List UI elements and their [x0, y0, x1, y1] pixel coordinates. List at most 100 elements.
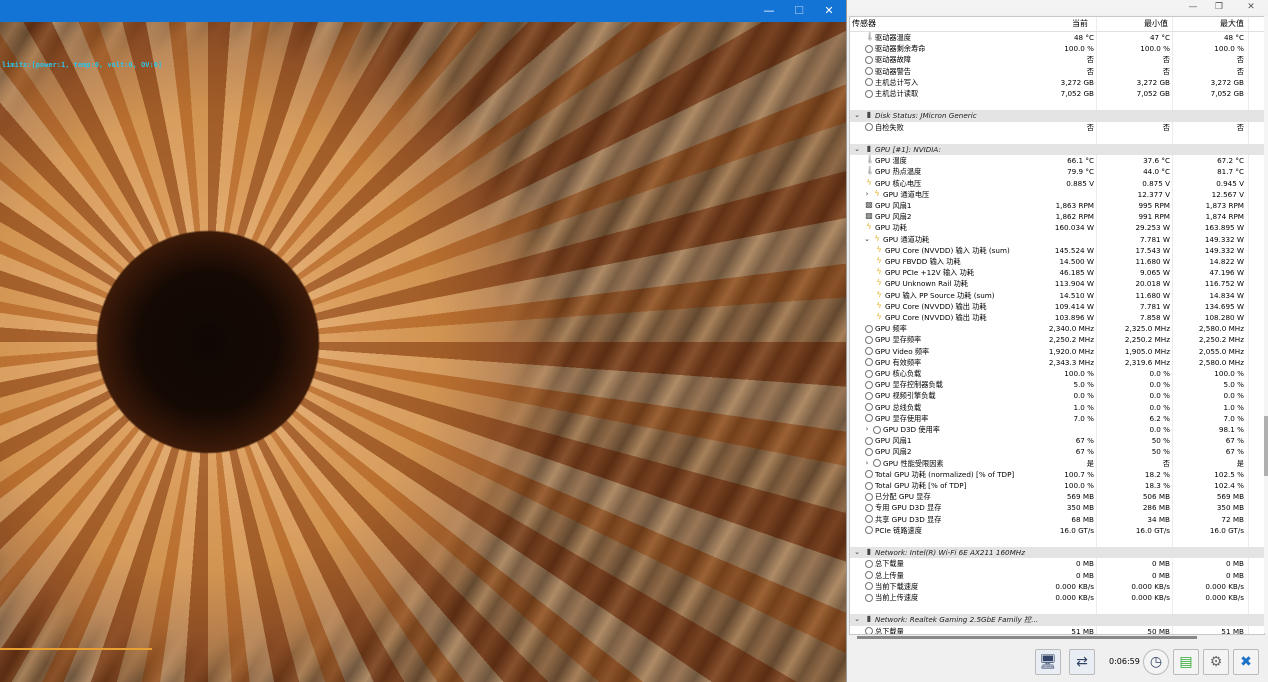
- sensor-max-value: 是: [1236, 458, 1244, 468]
- sensor-row[interactable]: ϟ GPU Core (NVVDD) 输出 功耗 109.414 W 7.781 W 1…: [850, 301, 1264, 312]
- sensor-row[interactable]: › ϟ GPU 通道电压 12.377 V 12.567 V: [850, 189, 1264, 200]
- sensor-row[interactable]: 主机总计写入 3,272 GB 3,272 GB 3,272 GB: [850, 77, 1264, 88]
- sensor-row[interactable]: GPU 有效频率 2,343.3 MHz 2,319.6 MHz 2,580.0 MH…: [850, 357, 1264, 368]
- sensor-row[interactable]: GPU 显存频率 2,250.2 MHz 2,250.2 MHz 2,250.2 MH…: [850, 334, 1264, 345]
- sensor-row[interactable]: GPU 显存控制器负载 5.0 % 0.0 % 5.0 %: [850, 379, 1264, 390]
- sensor-row[interactable]: ▩ GPU 风扇1 1,863 RPM 995 RPM 1,873 RPM: [850, 200, 1264, 211]
- collapse-chevron-icon[interactable]: ⌄: [853, 144, 861, 155]
- bolt-icon: ϟ: [876, 278, 882, 288]
- sensor-row[interactable]: GPU 频率 2,340.0 MHz 2,325.0 MHz 2,580.0 MHz: [850, 323, 1264, 334]
- collapse-chevron-icon[interactable]: ⌄: [863, 234, 871, 245]
- sensor-row[interactable]: 已分配 GPU 显存 569 MB 506 MB 569 MB: [850, 491, 1264, 502]
- circle-icon: [865, 559, 873, 568]
- sensor-row[interactable]: GPU 视频引擎负载 0.0 % 0.0 % 0.0 %: [850, 390, 1264, 401]
- sensor-max-value: 14.834 W: [1209, 290, 1244, 300]
- sensor-row[interactable]: ϟ GPU Core (NVVDD) 输出 功耗 103.896 W 7.858 W 1…: [850, 312, 1264, 323]
- sensor-row[interactable]: ϟ GPU 核心电压 0.885 V 0.875 V 0.945 V: [850, 178, 1264, 189]
- sensor-row[interactable]: GPU 总线负载 1.0 % 0.0 % 1.0 %: [850, 402, 1264, 413]
- collapse-chevron-icon[interactable]: ⌄: [853, 110, 861, 121]
- sensor-row[interactable]: 当前上传速度 0.000 KB/s 0.000 KB/s 0.000 KB/s: [850, 592, 1264, 603]
- sensor-current-value: 350 MB: [1066, 503, 1094, 513]
- sensor-row[interactable]: 驱动器警告 否 否 否: [850, 66, 1264, 77]
- hwinfo-close-button[interactable]: ✕: [1241, 0, 1261, 14]
- sensor-row[interactable]: 🌡 GPU 热点温度 79.9 °C 44.0 °C 81.7 °C: [850, 166, 1264, 177]
- expand-chevron-icon[interactable]: ›: [863, 424, 871, 435]
- sensor-current-value: 否: [1086, 55, 1094, 65]
- limits-overlay-text: limits:[power:1, temp:0, volt:0, OV:0]: [2, 61, 163, 69]
- close-x-icon[interactable]: ✖: [1233, 649, 1259, 675]
- maximize-button[interactable]: ☐: [784, 0, 814, 22]
- sensor-row[interactable]: ϟ GPU 输入 PP Source 功耗 (sum) 14.510 W 11.680…: [850, 290, 1264, 301]
- sensor-row[interactable]: 共享 GPU D3D 显存 68 MB 34 MB 72 MB: [850, 514, 1264, 525]
- sensor-group-row[interactable]: ⌄ ▮ GPU [#1]: NVIDIA:: [850, 144, 1264, 156]
- sensor-row[interactable]: 当前下载速度 0.000 KB/s 0.000 KB/s 0.000 KB/s: [850, 581, 1264, 592]
- sensor-row[interactable]: ▩ GPU 风扇2 1,862 RPM 991 RPM 1,874 RPM: [850, 211, 1264, 222]
- horizontal-scrollbar[interactable]: [857, 636, 1197, 639]
- sensor-row[interactable]: 🌡 GPU 温度 66.1 °C 37.6 °C 67.2 °C: [850, 155, 1264, 166]
- sensor-row[interactable]: Total GPU 功耗 (normalized) [% of TDP] 100.…: [850, 469, 1264, 480]
- sensor-row[interactable]: 总下载量 51 MB 50 MB 51 MB: [850, 626, 1264, 635]
- hwinfo-minimize-button[interactable]: —: [1183, 0, 1203, 14]
- sensor-row[interactable]: 驱动器故障 否 否 否: [850, 54, 1264, 65]
- sensor-row[interactable]: 主机总计读取 7,052 GB 7,052 GB 7,052 GB: [850, 88, 1264, 99]
- sensor-row[interactable]: › GPU 性能受限因素 是 否 是: [850, 458, 1264, 469]
- sensor-row[interactable]: 驱动器剩余寿命 100.0 % 100.0 % 100.0 %: [850, 43, 1264, 54]
- bolt-icon: ϟ: [876, 256, 882, 265]
- sensor-row[interactable]: GPU 显存使用率 7.0 % 6.2 % 7.0 %: [850, 413, 1264, 424]
- sensor-group-row[interactable]: ⌄ ▮ Network: Realtek Gaming 2.5GbE Family …: [850, 614, 1264, 626]
- sensor-row[interactable]: PCIe 链路速度 16.0 GT/s 16.0 GT/s 16.0 GT/s: [850, 525, 1264, 536]
- hwinfo-restore-button[interactable]: ❐: [1209, 0, 1229, 14]
- circle-icon: [865, 403, 873, 412]
- column-header-current[interactable]: 当前: [1072, 17, 1088, 31]
- collapse-chevron-icon[interactable]: ⌄: [853, 614, 861, 625]
- sensor-row[interactable]: GPU Video 频率 1,920.0 MHz 1,905.0 MHz 2,055.…: [850, 346, 1264, 357]
- sensor-current-value: 48 °C: [1073, 33, 1094, 42]
- monitor-network-icon[interactable]: 🖥: [1035, 649, 1061, 675]
- sensor-row[interactable]: ϟ GPU 功耗 160.034 W 29.253 W 163.895 W: [850, 222, 1264, 233]
- sensor-name: GPU 温度: [875, 156, 907, 166]
- sensor-row[interactable]: ϟ GPU Unknown Rail 功耗 113.904 W 20.018 W 116…: [850, 278, 1264, 289]
- sensor-current-value: 51 MB: [1071, 626, 1094, 635]
- close-button[interactable]: ✕: [814, 0, 844, 22]
- report-add-icon[interactable]: ▤: [1173, 649, 1199, 675]
- sensor-row[interactable]: GPU 风扇1 67 % 50 % 67 %: [850, 435, 1264, 446]
- settings-gear-icon[interactable]: ⚙: [1203, 649, 1229, 675]
- sensor-row[interactable]: 专用 GPU D3D 显存 350 MB 286 MB 350 MB: [850, 502, 1264, 513]
- sensor-row[interactable]: › GPU D3D 使用率 0.0 % 98.1 %: [850, 424, 1264, 435]
- hwinfo-title-bar[interactable]: — ❐ ✕: [847, 0, 1268, 14]
- minimize-button[interactable]: —: [754, 0, 784, 22]
- sensor-max-value: 1.0 %: [1223, 402, 1244, 412]
- column-header-sensor[interactable]: 传感器: [852, 17, 876, 31]
- sensor-current-value: 2,250.2 MHz: [1048, 335, 1094, 345]
- column-header-min[interactable]: 最小值: [1144, 17, 1168, 31]
- app-title-bar[interactable]: — ☐ ✕: [0, 0, 846, 22]
- vertical-scrollbar[interactable]: [1264, 16, 1268, 633]
- sensor-row[interactable]: 总上传量 0 MB 0 MB 0 MB: [850, 570, 1264, 581]
- sensor-row[interactable]: 总下载量 0 MB 0 MB 0 MB: [850, 558, 1264, 569]
- sensor-row[interactable]: GPU 风扇2 67 % 50 % 67 %: [850, 446, 1264, 457]
- sensor-row[interactable]: ϟ GPU FBVDD 输入 功耗 14.500 W 11.680 W 14.822 W: [850, 256, 1264, 267]
- scrollbar-thumb[interactable]: [1264, 416, 1268, 476]
- sensor-row[interactable]: GPU 核心负载 100.0 % 0.0 % 100.0 %: [850, 368, 1264, 379]
- sensor-row[interactable]: ϟ GPU PCIe +12V 输入 功耗 46.185 W 9.065 W 47.19…: [850, 267, 1264, 278]
- sensor-name: PCIe 链路速度: [875, 525, 922, 535]
- collapse-chevron-icon[interactable]: ⌄: [853, 547, 861, 558]
- sensor-min-value: 否: [1162, 66, 1170, 76]
- sensor-group-row[interactable]: ⌄ ▮ Network: Intel(R) Wi-Fi 6E AX211 160MH…: [850, 547, 1264, 559]
- network-arrows-icon[interactable]: ⇄: [1069, 649, 1095, 675]
- sensor-row[interactable]: 🌡 驱动器温度 48 °C 47 °C 48 °C: [850, 32, 1264, 43]
- sensor-max-value: 12.567 V: [1211, 189, 1244, 199]
- sensor-grid[interactable]: 传感器 当前 最小值 最大值 🌡 驱动器温度 48 °C 47 °C 48 °C 驱动器剩…: [849, 16, 1265, 635]
- bolt-icon: ϟ: [876, 300, 882, 310]
- sensor-row[interactable]: ϟ GPU Core (NVVDD) 输入 功耗 (sum) 145.524 W 17…: [850, 245, 1264, 256]
- sensor-group-row[interactable]: ⌄ ▮ Disk Status: JMicron Generic: [850, 110, 1264, 122]
- clock-icon[interactable]: ◷: [1143, 649, 1169, 675]
- sensor-min-value: 7,052 GB: [1136, 89, 1170, 98]
- sensor-row[interactable]: 自检失败 否 否 否: [850, 122, 1264, 133]
- expand-chevron-icon[interactable]: ›: [863, 458, 871, 469]
- sensor-row[interactable]: ⌄ ϟ GPU 通道功耗 7.781 W 149.332 W: [850, 234, 1264, 245]
- circle-icon: [865, 369, 873, 378]
- sensor-row[interactable]: Total GPU 功耗 [% of TDP] 100.0 % 18.3 % 102.…: [850, 480, 1264, 491]
- column-header-max[interactable]: 最大值: [1220, 17, 1244, 31]
- expand-chevron-icon[interactable]: ›: [863, 189, 871, 200]
